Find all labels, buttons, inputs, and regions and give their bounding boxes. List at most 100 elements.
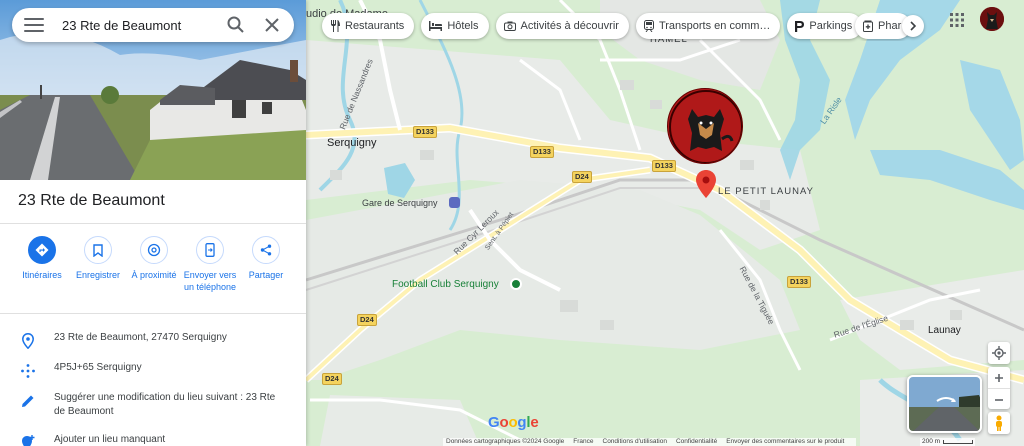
action-label: Enregistrer: [75, 270, 120, 280]
map-footer: Données cartographiques ©2024 Google Fra…: [443, 438, 857, 446]
share-button[interactable]: Partager: [238, 236, 294, 293]
search-box: [12, 8, 294, 42]
street-view-preview-icon: [909, 377, 980, 431]
map-label-serquigny[interactable]: Serquigny: [327, 137, 377, 149]
save-button[interactable]: Enregistrer: [70, 236, 126, 293]
action-label: Itinéraires: [22, 270, 62, 280]
chip-label: Parkings: [809, 20, 853, 32]
road-shield-d133: D133: [530, 146, 554, 158]
address-text: 23 Rte de Beaumont, 27470 Serquigny: [54, 332, 227, 343]
plus-code-text: 4P5J+65 Serquigny: [54, 362, 142, 373]
chip-hotels[interactable]: Hôtels: [421, 13, 489, 39]
bed-icon: [429, 21, 443, 31]
chips-next-button[interactable]: [902, 15, 924, 37]
google-logo: Google: [488, 414, 539, 431]
place-panel: 23 Rte de Beaumont Itinéraires Enregistr…: [0, 0, 306, 446]
zoom-out-button[interactable]: [988, 389, 1010, 410]
plus-icon: [995, 373, 1003, 382]
road-shield-d133: D133: [413, 126, 437, 138]
send-to-phone-button[interactable]: Envoyer vers un téléphone: [182, 236, 238, 293]
footer-privacy-link[interactable]: Confidentialité: [676, 438, 717, 446]
footer-feedback-link[interactable]: Envoyer des commentaires sur le produit: [726, 438, 844, 446]
scale-bar: [943, 440, 974, 444]
chip-transports[interactable]: Transports en comm…: [635, 13, 781, 39]
info-row-add-place[interactable]: Ajouter un lieu manquant: [0, 433, 306, 446]
action-label: Partager: [248, 270, 284, 280]
train-station-icon[interactable]: [449, 197, 460, 208]
bookmark-icon: [93, 243, 103, 257]
save-circle: [84, 236, 112, 264]
road-shield-d24: D24: [357, 314, 377, 326]
minus-icon: [995, 398, 1003, 401]
google-apps-icon[interactable]: [950, 13, 964, 27]
chip-restaurants[interactable]: Restaurants: [322, 13, 415, 39]
pencil-icon: [22, 395, 34, 407]
chip-label: Restaurants: [345, 20, 405, 32]
map-scale[interactable]: 200 m: [920, 438, 976, 446]
info-row-address[interactable]: 23 Rte de Beaumont, 27470 Serquigny: [0, 331, 306, 351]
google-maps-app: udio de Madame HAMEL Serquigny Gare de S…: [0, 0, 1024, 446]
scale-label: 200 m: [922, 438, 941, 445]
hamburger-menu-icon[interactable]: [24, 18, 44, 32]
map-label-petit-launay: LE PETIT LAUNAY: [718, 186, 814, 197]
camera-icon: [503, 21, 516, 31]
directions-button[interactable]: Itinéraires: [14, 236, 70, 293]
phone-send-icon: [205, 243, 215, 257]
category-chips: Restaurants Hôtels Activités à découvrir…: [322, 13, 869, 41]
suggest-edit-text: Suggérer une modification du lieu suivan…: [54, 392, 276, 417]
info-row-plus-code[interactable]: 4P5J+65 Serquigny: [0, 361, 306, 381]
add-place-text: Ajouter un lieu manquant: [54, 434, 166, 445]
pegman-icon: [996, 415, 1002, 431]
my-location-button[interactable]: [988, 342, 1010, 364]
share-icon: [260, 244, 272, 256]
search-icon[interactable]: [226, 15, 246, 35]
zoom-in-button[interactable]: [988, 367, 1010, 388]
close-icon[interactable]: [262, 15, 282, 35]
footer-map-data: Données cartographiques ©2024 Google: [446, 438, 565, 445]
nearby-button[interactable]: À proximité: [126, 236, 182, 293]
footer-terms-link[interactable]: Conditions d'utilisation: [603, 438, 667, 446]
place-title: 23 Rte de Beaumont: [18, 192, 165, 209]
chevron-right-icon: [910, 21, 917, 31]
send-circle: [196, 236, 224, 264]
chip-label: Hôtels: [447, 20, 479, 32]
account-avatar[interactable]: [980, 7, 1004, 31]
map-label-launay: Launay: [928, 325, 961, 336]
nearby-icon: [147, 243, 161, 257]
chip-label: Transports en comm…: [658, 20, 771, 32]
info-row-suggest-edit[interactable]: Suggérer une modification du lieu suivan…: [0, 391, 306, 419]
plus-code-icon: [21, 364, 35, 378]
chip-label: Activités à découvrir: [520, 20, 619, 32]
road-shield-d133: D133: [652, 160, 676, 172]
crosshair-icon: [992, 346, 1006, 360]
share-circle: [252, 236, 280, 264]
directions-circle: [28, 236, 56, 264]
directions-icon: [35, 243, 49, 257]
pharmacy-icon: [863, 20, 873, 32]
chip-activites[interactable]: Activités à découvrir: [495, 13, 629, 39]
chip-label: Phar: [878, 20, 902, 32]
location-pin-icon: [22, 333, 34, 349]
nearby-circle: [140, 236, 168, 264]
location-pin-marker-icon[interactable]: [696, 170, 716, 198]
search-input[interactable]: [62, 17, 212, 33]
pegman-button[interactable]: [988, 412, 1010, 434]
road-shield-d133: D133: [787, 276, 811, 288]
divider: [0, 223, 306, 224]
street-view-thumbnail[interactable]: [907, 375, 982, 433]
road-shield-d24: D24: [572, 171, 592, 183]
divider: [0, 313, 306, 314]
road-shield-d24: D24: [322, 373, 342, 385]
footer-country[interactable]: France: [573, 438, 593, 446]
action-label: Envoyer vers un téléphone: [183, 270, 237, 292]
fork-knife-icon: [331, 20, 340, 32]
map-label-gare[interactable]: Gare de Serquigny: [362, 198, 438, 208]
action-label: À proximité: [131, 270, 177, 280]
dog-logo-icon: [669, 90, 742, 163]
zoom-controls: [988, 367, 1010, 409]
add-location-icon: [22, 435, 35, 446]
map-label-football[interactable]: Football Club Serquigny: [392, 279, 499, 290]
yukis-family-logo[interactable]: [667, 88, 743, 164]
stadium-icon[interactable]: [510, 278, 522, 290]
parking-icon: [795, 20, 805, 32]
